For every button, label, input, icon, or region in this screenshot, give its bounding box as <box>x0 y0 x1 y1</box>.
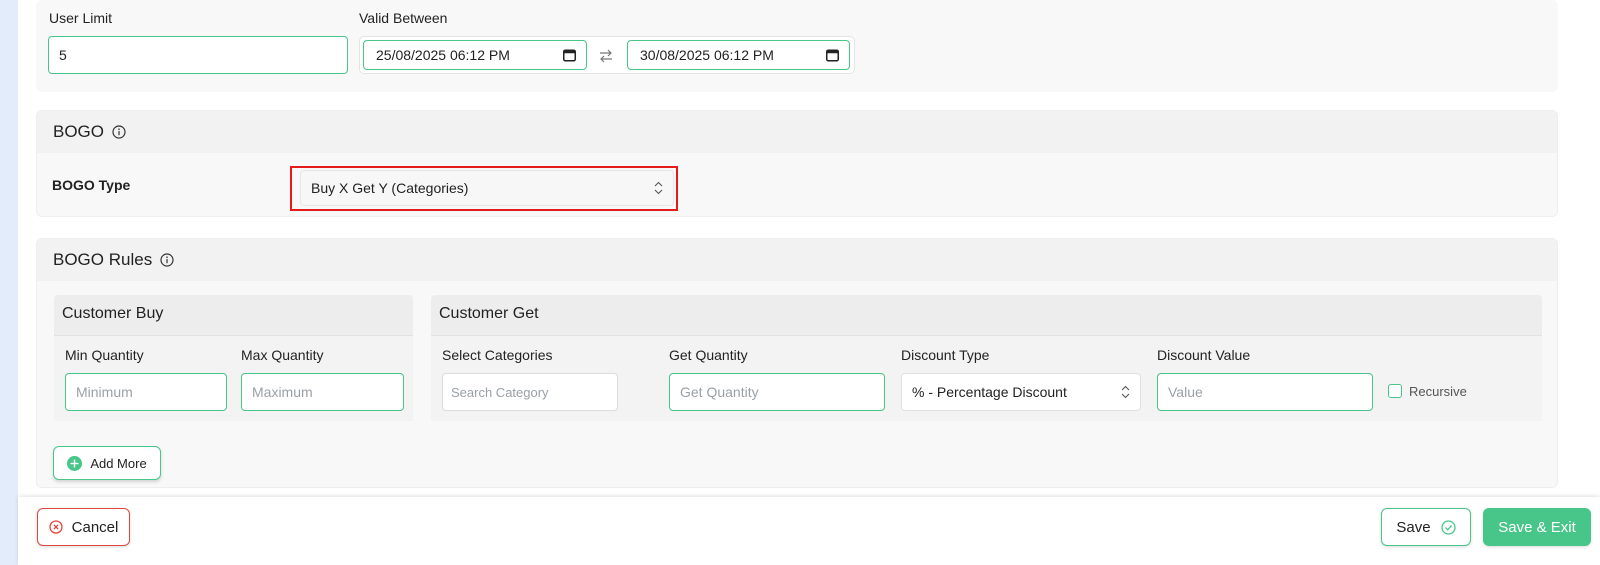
check-circle-icon <box>1440 519 1456 535</box>
discount-type-select[interactable]: % - Percentage Discount <box>901 373 1141 411</box>
customer-buy-title: Customer Buy <box>62 305 164 322</box>
swap-arrows-icon <box>600 49 612 63</box>
add-more-label: Add More <box>90 455 147 471</box>
footer-bar <box>18 497 1600 565</box>
get-quantity-placeholder: Get Quantity <box>680 384 759 400</box>
search-category-placeholder: Search Category <box>451 384 549 400</box>
max-quantity-input[interactable]: Maximum <box>241 373 404 411</box>
user-limit-input[interactable]: 5 <box>48 36 348 74</box>
left-nav-strip <box>0 0 18 565</box>
min-quantity-input[interactable]: Minimum <box>65 373 227 411</box>
customer-buy-panel: Customer Buy Min Quantity Minimum Max Qu… <box>54 295 413 421</box>
info-icon[interactable] <box>160 253 174 267</box>
discount-value-input[interactable]: Value <box>1157 373 1373 411</box>
calendar-icon[interactable] <box>563 49 576 62</box>
plus-circle-icon <box>67 455 83 471</box>
close-circle-icon <box>48 520 63 534</box>
max-quantity-label: Max Quantity <box>241 347 324 363</box>
save-button[interactable]: Save <box>1381 508 1471 546</box>
bogo-header: BOGO <box>37 111 1557 153</box>
discount-value-placeholder: Value <box>1168 384 1203 400</box>
recursive-label: Recursive <box>1409 384 1467 399</box>
cancel-button[interactable]: Cancel <box>37 508 130 546</box>
customer-get-title: Customer Get <box>439 305 539 322</box>
bogo-rules-title: BOGO Rules <box>53 250 153 269</box>
bogo-panel: BOGO BOGO Type Buy X Get Y (Categories) <box>36 110 1558 217</box>
save-label: Save <box>1396 518 1431 536</box>
bogo-rules-panel: BOGO Rules Customer Buy Min Quantity Min… <box>36 238 1558 488</box>
valid-between-label: Valid Between <box>359 10 448 26</box>
customer-get-panel: Customer Get Select Categories Search Ca… <box>431 295 1542 421</box>
user-limit-value: 5 <box>59 47 67 63</box>
end-datetime-input[interactable]: 30/08/2025 06:12 PM <box>627 40 850 70</box>
end-datetime-value: 30/08/2025 06:12 PM <box>640 47 774 63</box>
save-exit-button[interactable]: Save & Exit <box>1483 508 1591 546</box>
add-more-button[interactable]: Add More <box>53 446 161 480</box>
get-quantity-label: Get Quantity <box>669 347 748 363</box>
discount-type-value: % - Percentage Discount <box>912 384 1067 400</box>
get-quantity-input[interactable]: Get Quantity <box>669 373 885 411</box>
user-limit-label: User Limit <box>49 10 113 26</box>
select-categories-label: Select Categories <box>442 347 553 363</box>
discount-type-label: Discount Type <box>901 347 990 363</box>
max-quantity-placeholder: Maximum <box>252 384 313 400</box>
discount-value-label: Discount Value <box>1157 347 1251 363</box>
min-quantity-label: Min Quantity <box>65 347 144 363</box>
bogo-type-label: BOGO Type <box>52 177 131 193</box>
bogo-title: BOGO <box>53 122 105 141</box>
start-datetime-input[interactable]: 25/08/2025 06:12 PM <box>363 40 587 70</box>
bogo-rules-header: BOGO Rules <box>37 239 1557 281</box>
bogo-type-value: Buy X Get Y (Categories) <box>311 180 469 196</box>
chevron-up-down-icon <box>654 181 663 195</box>
info-icon[interactable] <box>112 125 126 139</box>
cancel-label: Cancel <box>71 518 119 536</box>
calendar-icon[interactable] <box>826 49 839 62</box>
chevron-up-down-icon <box>1121 385 1130 399</box>
min-quantity-placeholder: Minimum <box>76 384 133 400</box>
recursive-checkbox[interactable] <box>1388 384 1402 398</box>
bogo-type-select[interactable]: Buy X Get Y (Categories) <box>300 170 674 206</box>
start-datetime-value: 25/08/2025 06:12 PM <box>376 47 510 63</box>
search-category-input[interactable]: Search Category <box>442 373 618 411</box>
save-exit-label: Save & Exit <box>1498 518 1576 536</box>
limits-panel: User Limit 5 Valid Between 25/08/2025 06… <box>36 0 1558 92</box>
